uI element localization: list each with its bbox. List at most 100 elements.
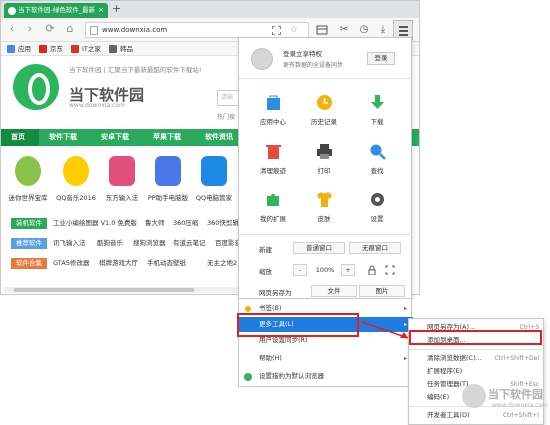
pp-assistant-icon xyxy=(155,156,181,186)
normal-window-button[interactable]: 普通窗口 xyxy=(293,242,345,254)
menu-item-default-browser[interactable]: 设置猎豹为默认浏览器 xyxy=(239,369,413,384)
row-tag[interactable]: 装机软件 xyxy=(11,218,47,229)
qr-code-icon[interactable] xyxy=(272,26,281,35)
address-bar[interactable]: www.downxia.com ☆ xyxy=(85,22,309,38)
bookmark-ithome[interactable]: IT之家 xyxy=(71,44,101,54)
divider xyxy=(409,349,545,350)
watermark-logo-icon xyxy=(462,384,486,408)
divider xyxy=(239,78,413,79)
annotation-box-add-to-desktop xyxy=(409,330,542,345)
menu-download[interactable]: 下载 xyxy=(357,94,397,134)
url-text: www.downxia.com xyxy=(102,26,168,34)
zoom-in-button[interactable]: + xyxy=(341,264,355,276)
app-item[interactable]: QQ音乐2016 xyxy=(53,152,99,212)
login-button[interactable]: 登录 xyxy=(367,52,395,65)
menu-extensions[interactable]: 我的扩展 xyxy=(253,191,293,231)
lock-zoom-icon[interactable] xyxy=(367,265,377,275)
site-domain: www.downxia.com xyxy=(69,102,125,109)
row-link[interactable]: 有道云笔记 xyxy=(173,238,206,249)
shopping-bag-icon xyxy=(267,95,280,110)
save-file-button[interactable]: 文件 xyxy=(311,285,357,297)
row-link[interactable]: 手机动态壁纸 xyxy=(147,258,186,269)
new-label: 新建 xyxy=(259,246,272,254)
featured-apps: 迷你世界宝库 QQ音乐2016 东方输入法 PP助手电脑版 QQ电脑管家 xyxy=(1,152,241,212)
row-link[interactable]: 酷狗音乐 xyxy=(97,238,123,249)
site-nav-news[interactable]: 软件资讯 xyxy=(205,129,233,146)
tab-active[interactable]: 当下软件园-绿色软件_最新 × xyxy=(4,3,108,18)
search-icon xyxy=(370,144,386,160)
scrollbar-thumb[interactable] xyxy=(14,288,194,292)
app-item[interactable]: 迷你世界宝库 xyxy=(5,152,51,212)
hanpin-icon xyxy=(109,45,117,53)
menu-skin[interactable]: 皮肤 xyxy=(304,191,344,231)
row-link[interactable]: 360压缩 xyxy=(173,218,198,229)
site-nav-android[interactable]: 安卓下载 xyxy=(101,129,129,146)
jd-icon xyxy=(39,45,47,53)
site-favicon-icon xyxy=(8,7,16,15)
tab-bar: 当下软件园-绿色软件_最新 × + xyxy=(1,1,419,18)
menu-settings[interactable]: 设置 xyxy=(357,191,397,231)
save-image-button[interactable]: 图片 xyxy=(359,285,405,297)
menu-print[interactable]: 打印 xyxy=(304,143,344,183)
back-button[interactable]: ‹ xyxy=(5,22,19,36)
new-tab-button[interactable]: + xyxy=(112,2,121,16)
bookmark-jd[interactable]: 京东 xyxy=(39,44,63,54)
hot-search-label: 热门搜 xyxy=(217,114,236,121)
site-nav-apple[interactable]: 苹果下载 xyxy=(153,129,181,146)
page-icon xyxy=(90,26,98,35)
avatar[interactable] xyxy=(251,48,273,70)
watermark-text: 当下软件园 xyxy=(488,388,543,401)
site-logo[interactable] xyxy=(13,64,59,110)
puzzle-icon xyxy=(267,194,279,206)
zoom-out-button[interactable]: - xyxy=(293,264,307,276)
app-item[interactable]: QQ电脑管家 xyxy=(191,152,237,212)
save-as-row: 网页另存为 文件 图片 xyxy=(239,285,413,299)
row-link[interactable]: GTA5修改器 xyxy=(53,258,89,269)
new-window-row: 新建 普通窗口 无痕窗口 xyxy=(239,242,413,256)
fullscreen-icon[interactable] xyxy=(385,265,395,275)
submenu-clear-data[interactable]: 清除浏览数据(C)... Ctrl+Shift+Del xyxy=(409,352,545,365)
menu-clear-traces[interactable]: 清理痕迹 xyxy=(253,143,293,183)
row-link[interactable]: 工业小编绘图器 V1.0 免费版 xyxy=(53,218,137,229)
software-row: 推荐软件 讯飞输入法 酷狗音乐 搜狗浏览器 有道云笔记 百度影音 xyxy=(1,238,241,250)
row-link[interactable]: 棋牌游戏大厅 xyxy=(99,258,138,269)
incognito-window-button[interactable]: 无痕窗口 xyxy=(349,242,401,254)
site-nav-software[interactable]: 软件下载 xyxy=(49,129,77,146)
submenu-extensions[interactable]: 扩展程序(E) xyxy=(409,365,545,378)
menu-find[interactable]: 查找 xyxy=(357,143,397,183)
bookmark-star-icon[interactable]: ☆ xyxy=(290,23,298,37)
app-item[interactable]: PP助手电脑版 xyxy=(145,152,191,212)
bookmark-apps[interactable]: 应用 xyxy=(7,44,31,54)
bookmark-hanpin[interactable]: 韩品 xyxy=(109,44,133,54)
row-link[interactable]: 搜狗浏览器 xyxy=(133,238,166,249)
login-title: 登录立享特权 xyxy=(283,50,322,58)
row-tag[interactable]: 软件合集 xyxy=(11,258,47,269)
site-nav-home[interactable]: 首页 xyxy=(11,129,25,146)
zoom-value: 100% xyxy=(315,266,335,274)
annotation-box-more-tools xyxy=(237,313,359,337)
menu-item-help[interactable]: 帮助(H) ▸ xyxy=(239,351,413,366)
app-item[interactable]: 东方输入法 xyxy=(99,152,145,212)
software-row: 软件合集 GTA5修改器 棋牌游戏大厅 手机动态壁纸 无主之地2 xyxy=(1,258,241,270)
refresh-button[interactable]: ⟳ xyxy=(43,22,57,36)
row-link[interactable]: 无主之地2 xyxy=(207,258,237,269)
menu-app-center[interactable]: 应用中心 xyxy=(253,94,293,134)
row-link[interactable]: 讯飞输入法 xyxy=(53,238,86,249)
menu-history[interactable]: 历史记录 xyxy=(304,94,344,134)
row-tag[interactable]: 推荐软件 xyxy=(11,238,47,249)
row-link[interactable]: 360快剪辑 xyxy=(207,218,239,229)
qq-manager-icon xyxy=(201,156,227,186)
watermark: 当下软件园 www.downxia.com xyxy=(462,380,550,425)
qq-music-icon xyxy=(63,156,89,186)
forward-button[interactable]: › xyxy=(23,22,37,36)
tshirt-icon xyxy=(317,192,332,207)
row-link[interactable]: 鲁大师 xyxy=(145,218,165,229)
ithome-icon xyxy=(71,45,79,53)
horizontal-scrollbar[interactable] xyxy=(4,287,240,293)
gear-icon xyxy=(371,193,384,206)
trash-icon xyxy=(266,145,281,159)
checkmark-icon xyxy=(244,373,252,381)
home-button[interactable]: ⌂ xyxy=(63,22,77,36)
tab-close-icon[interactable]: × xyxy=(98,3,104,18)
login-subtitle: 更有数据的全设备同步 xyxy=(283,62,344,69)
